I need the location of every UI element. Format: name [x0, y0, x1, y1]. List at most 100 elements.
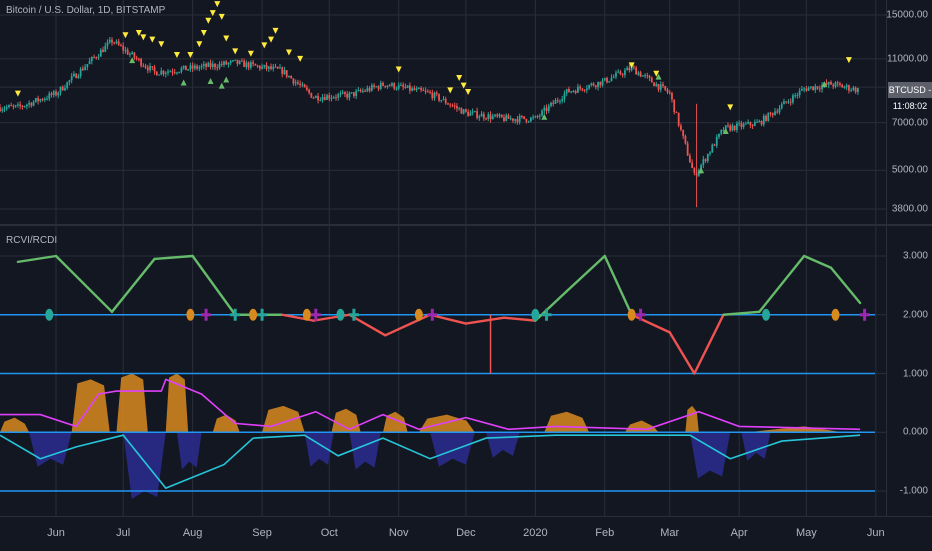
- sell-signal-marker: [845, 57, 852, 64]
- candle-body: [749, 121, 752, 126]
- candle-body: [411, 88, 414, 91]
- candle-body: [583, 90, 586, 92]
- time-axis[interactable]: Jun Jul Aug Sep Oct Nov Dec 2020 Feb Mar Apr May Jun: [0, 516, 932, 551]
- candle-body: [632, 66, 635, 68]
- candle-body: [308, 89, 311, 93]
- sell-signal-marker: [456, 75, 463, 82]
- candle-body: [292, 78, 295, 84]
- candle-body: [241, 60, 243, 62]
- candle-body: [135, 57, 138, 59]
- candle-body: [713, 144, 716, 146]
- sell-signal-marker: [285, 49, 292, 56]
- candle-body: [211, 63, 214, 67]
- candle-body: [547, 105, 550, 112]
- candle-body: [653, 82, 655, 87]
- candle-body: [527, 121, 530, 123]
- candle-body: [337, 94, 340, 98]
- candle-body: [393, 83, 396, 89]
- candle-body: [30, 102, 33, 106]
- x-tick-label: Mar: [660, 527, 680, 539]
- sell-signal-marker: [272, 27, 279, 34]
- candle-body: [131, 52, 134, 55]
- candle-body: [256, 65, 259, 67]
- candle-body: [818, 88, 821, 90]
- candle-body: [711, 144, 714, 153]
- indicator-axis[interactable]: 3.000 2.000 1.000 0.000 -1.000: [886, 226, 932, 516]
- candle-body: [339, 93, 342, 95]
- candle-body: [693, 168, 696, 174]
- sell-signal-marker: [447, 87, 454, 94]
- price-axis[interactable]: 15000.0011000.009000.007000.005000.00380…: [886, 0, 932, 224]
- candle-body: [424, 90, 427, 92]
- candle-body: [456, 106, 458, 109]
- candle-body: [397, 85, 400, 89]
- candle-body: [606, 77, 608, 83]
- candle-body: [769, 112, 772, 114]
- candle-body: [160, 70, 163, 75]
- candle-body: [744, 123, 747, 125]
- candle-body: [512, 118, 514, 121]
- candle-body: [684, 136, 687, 144]
- candle-body: [594, 85, 597, 88]
- candle-body: [279, 67, 281, 69]
- indicator-tick-label: -1.000: [899, 485, 928, 497]
- positive-histogram-area: [331, 408, 361, 433]
- candle-body: [144, 66, 147, 68]
- price-pane[interactable]: Bitcoin / U.S. Dollar, 1D, BITSTAMP: [0, 0, 887, 224]
- candle-body: [227, 62, 230, 65]
- candle-body: [789, 101, 792, 103]
- candle-body: [848, 85, 850, 91]
- candle-body: [379, 82, 382, 89]
- candle-body: [48, 93, 51, 99]
- candle-body: [3, 108, 6, 110]
- candle-body: [682, 129, 685, 137]
- candle-body: [37, 98, 39, 102]
- candle-body: [182, 65, 185, 69]
- candle-body: [729, 125, 732, 131]
- candle-body: [77, 76, 80, 79]
- x-tick-label: Jun: [47, 527, 65, 539]
- candle-body: [785, 101, 788, 103]
- candle-body: [507, 115, 510, 119]
- candle-body: [834, 82, 837, 87]
- price-chart-svg[interactable]: [0, 0, 887, 224]
- candle-body: [677, 112, 680, 126]
- positive-histogram-area: [0, 417, 30, 433]
- candle-body: [796, 95, 799, 97]
- candle-body: [23, 106, 26, 108]
- candle-body: [736, 123, 738, 130]
- candle-body: [413, 88, 416, 91]
- buy-signal-marker: [180, 79, 187, 86]
- candle-body: [323, 97, 326, 100]
- candle-body: [415, 88, 418, 91]
- candle-body: [659, 84, 662, 90]
- candle-body: [776, 111, 779, 113]
- candle-body: [429, 91, 431, 93]
- candle-body: [99, 49, 102, 57]
- candle-body: [592, 83, 595, 86]
- candle-body: [310, 92, 313, 98]
- candle-body: [449, 104, 452, 106]
- candle-body: [550, 102, 552, 106]
- candle-body: [151, 66, 154, 68]
- candle-body: [8, 105, 10, 108]
- negative-histogram-area: [430, 432, 475, 467]
- candle-body: [346, 93, 349, 98]
- candle-body: [12, 105, 15, 107]
- indicator-pane[interactable]: RCVI/RCDI: [0, 226, 887, 516]
- candle-body: [350, 92, 353, 94]
- candle-body: [827, 81, 830, 85]
- candle-body: [196, 65, 199, 69]
- buy-signal-marker: [207, 78, 214, 85]
- candle-body: [503, 117, 505, 121]
- rcvi-line-segment: [384, 313, 432, 337]
- sell-signal-marker: [247, 50, 254, 57]
- crossover-dot: [414, 308, 423, 321]
- indicator-chart-svg[interactable]: [0, 226, 887, 516]
- symbol-price-badge: BTCUSD - 11:08:02: [888, 82, 932, 111]
- candle-body: [648, 76, 651, 78]
- candle-body: [500, 114, 503, 118]
- candle-body: [812, 86, 814, 91]
- candle-body: [590, 83, 593, 86]
- candle-body: [249, 62, 252, 68]
